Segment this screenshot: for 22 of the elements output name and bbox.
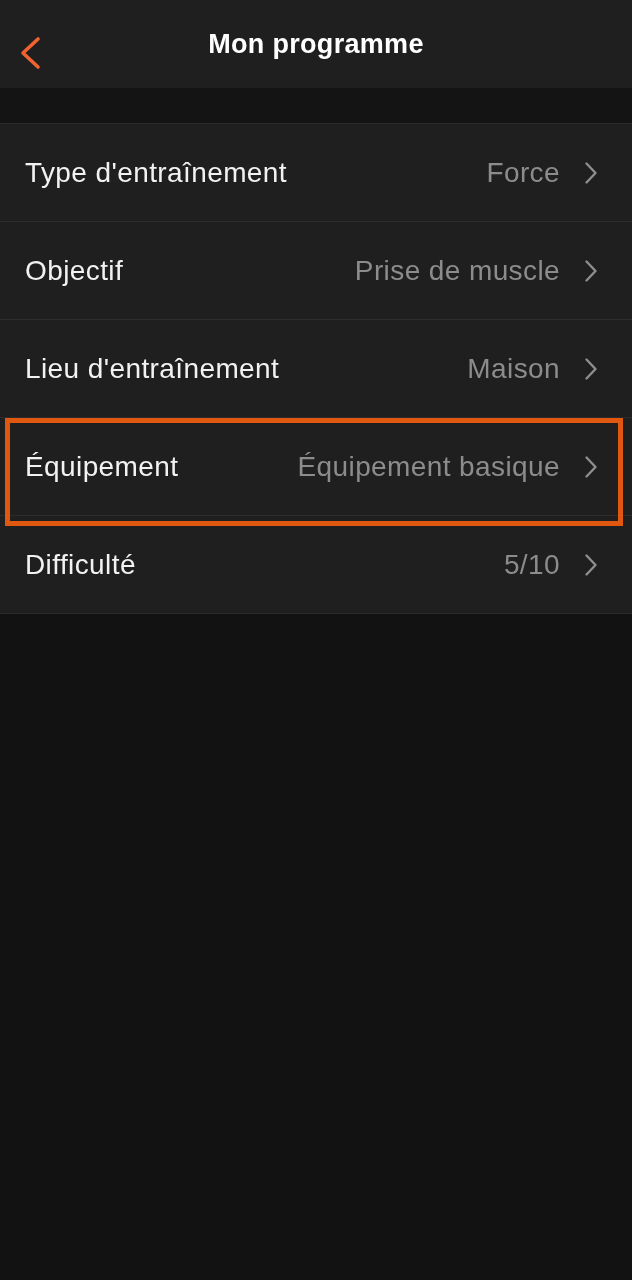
chevron-right-icon — [584, 454, 598, 479]
setting-label: Type d'entraînement — [25, 156, 288, 189]
chevron-right-icon — [584, 356, 598, 381]
setting-value: Prise de muscle — [354, 254, 560, 287]
back-chevron-icon[interactable] — [19, 36, 41, 70]
setting-value: Équipement basique — [297, 450, 560, 483]
setting-value: Maison — [467, 352, 560, 385]
setting-label: Équipement — [25, 450, 180, 483]
setting-label: Lieu d'entraînement — [25, 352, 281, 385]
settings-row[interactable]: Difficulté 5/10 — [0, 515, 632, 613]
setting-label: Difficulté — [25, 548, 137, 581]
chevron-right-icon — [584, 552, 598, 577]
settings-row[interactable]: Équipement Équipement basique — [0, 417, 632, 515]
setting-value: 5/10 — [503, 548, 560, 581]
settings-row[interactable]: Lieu d'entraînement Maison — [0, 319, 632, 417]
setting-value: Force — [486, 156, 560, 189]
chevron-right-icon — [584, 258, 598, 283]
chevron-right-icon — [584, 160, 598, 185]
settings-row[interactable]: Type d'entraînement Force — [0, 124, 632, 221]
screen-title: Mon programme — [208, 28, 424, 60]
settings-row[interactable]: Objectif Prise de muscle — [0, 221, 632, 319]
setting-label: Objectif — [25, 254, 125, 287]
